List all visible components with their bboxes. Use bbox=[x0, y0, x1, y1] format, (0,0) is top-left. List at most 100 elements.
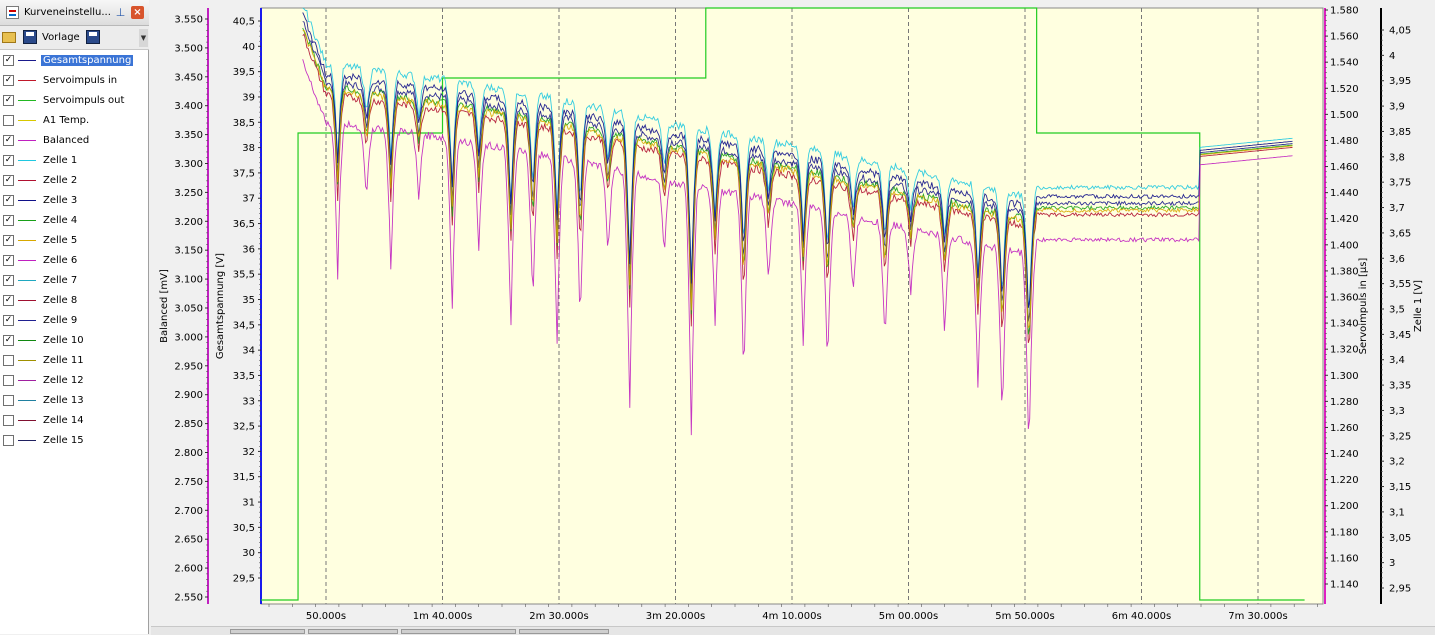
series-label[interactable]: Zelle 10 bbox=[41, 335, 86, 346]
series-item[interactable]: ✓ Balanced bbox=[0, 131, 149, 151]
series-checkbox[interactable] bbox=[3, 355, 14, 366]
series-color-swatch bbox=[18, 240, 36, 241]
series-item[interactable]: ✓ Servoimpuls out bbox=[0, 91, 149, 111]
series-label[interactable]: Zelle 2 bbox=[41, 175, 79, 186]
series-item[interactable]: ✓ Zelle 3 bbox=[0, 191, 149, 211]
series-label[interactable]: Zelle 15 bbox=[41, 435, 86, 446]
tick-label: 32,5 bbox=[233, 422, 255, 433]
tick-label: 33,5 bbox=[233, 371, 255, 382]
bottom-tab[interactable] bbox=[519, 629, 609, 634]
series-label[interactable]: Servoimpuls out bbox=[41, 95, 126, 106]
bottom-tab[interactable] bbox=[230, 629, 305, 634]
series-label[interactable]: Balanced bbox=[41, 135, 91, 146]
chart-svg[interactable]: 3.550 3.500 3.450 3.400 3.350 3.300 3.250 3.200… bbox=[151, 0, 1435, 626]
series-item[interactable]: ✓ Zelle 5 bbox=[0, 231, 149, 251]
tick-label: 40,5 bbox=[233, 17, 255, 28]
series-color-swatch bbox=[18, 180, 36, 181]
series-checkbox[interactable]: ✓ bbox=[3, 275, 14, 286]
tick-label: 3.550 bbox=[174, 15, 203, 26]
series-label[interactable]: Zelle 11 bbox=[41, 355, 86, 366]
save-icon[interactable] bbox=[23, 30, 37, 44]
series-checkbox[interactable] bbox=[3, 395, 14, 406]
series-label[interactable]: Zelle 3 bbox=[41, 195, 79, 206]
bottom-tab[interactable] bbox=[308, 629, 398, 634]
series-color-swatch bbox=[18, 120, 36, 121]
series-checkbox[interactable]: ✓ bbox=[3, 135, 14, 146]
series-checkbox[interactable]: ✓ bbox=[3, 55, 14, 66]
series-item[interactable]: Zelle 15 bbox=[0, 431, 149, 451]
series-label[interactable]: Zelle 8 bbox=[41, 295, 79, 306]
series-checkbox[interactable]: ✓ bbox=[3, 155, 14, 166]
tick-label: 3,6 bbox=[1389, 254, 1405, 265]
series-checkbox[interactable] bbox=[3, 415, 14, 426]
tick-label: 3,9 bbox=[1389, 102, 1405, 113]
chevron-down-icon[interactable]: ▼ bbox=[139, 29, 148, 47]
series-checkbox[interactable]: ✓ bbox=[3, 235, 14, 246]
series-item[interactable]: A1 Temp. bbox=[0, 111, 149, 131]
tick-label: 1.320 bbox=[1330, 345, 1359, 356]
series-label[interactable]: Zelle 13 bbox=[41, 395, 86, 406]
series-item[interactable]: Zelle 14 bbox=[0, 411, 149, 431]
bottom-tab[interactable] bbox=[401, 629, 516, 634]
series-checkbox[interactable]: ✓ bbox=[3, 295, 14, 306]
series-checkbox[interactable]: ✓ bbox=[3, 335, 14, 346]
series-checkbox[interactable]: ✓ bbox=[3, 175, 14, 186]
series-color-swatch bbox=[18, 280, 36, 281]
tick-label: 3,85 bbox=[1389, 127, 1411, 138]
save-template-icon[interactable] bbox=[86, 30, 100, 44]
series-checkbox[interactable]: ✓ bbox=[3, 255, 14, 266]
tick-label: 3,75 bbox=[1389, 178, 1411, 189]
tick-label: 39 bbox=[242, 92, 255, 103]
series-item[interactable]: ✓ Zelle 9 bbox=[0, 311, 149, 331]
tick-label: 2.650 bbox=[174, 535, 203, 546]
tick-label: 3,95 bbox=[1389, 76, 1411, 87]
series-color-swatch bbox=[18, 440, 36, 441]
series-label[interactable]: Servoimpuls in bbox=[41, 75, 119, 86]
series-item[interactable]: Zelle 11 bbox=[0, 351, 149, 371]
tick-label: 1.340 bbox=[1330, 319, 1359, 330]
series-label[interactable]: Zelle 6 bbox=[41, 255, 79, 266]
series-checkbox[interactable] bbox=[3, 435, 14, 446]
tick-label: 2,95 bbox=[1389, 584, 1411, 595]
series-label[interactable]: Zelle 14 bbox=[41, 415, 86, 426]
series-label[interactable]: Zelle 7 bbox=[41, 275, 79, 286]
series-label[interactable]: Zelle 12 bbox=[41, 375, 86, 386]
tick-label: 1.560 bbox=[1330, 32, 1359, 43]
tick-label: 31 bbox=[242, 498, 255, 509]
tick-label: 3,55 bbox=[1389, 279, 1411, 290]
series-label[interactable]: Zelle 5 bbox=[41, 235, 79, 246]
series-color-swatch bbox=[18, 200, 36, 201]
series-item[interactable]: ✓ Zelle 7 bbox=[0, 271, 149, 291]
template-label[interactable]: Vorlage bbox=[42, 32, 80, 43]
series-checkbox[interactable]: ✓ bbox=[3, 315, 14, 326]
series-item[interactable]: ✓ Zelle 8 bbox=[0, 291, 149, 311]
series-checkbox[interactable]: ✓ bbox=[3, 195, 14, 206]
series-checkbox[interactable]: ✓ bbox=[3, 215, 14, 226]
series-item[interactable]: ✓ Zelle 10 bbox=[0, 331, 149, 351]
close-icon[interactable]: × bbox=[131, 6, 144, 19]
tick-label: 1.380 bbox=[1330, 266, 1359, 277]
pin-icon[interactable]: ⊥ bbox=[114, 6, 127, 19]
series-item[interactable]: ✓ Zelle 6 bbox=[0, 251, 149, 271]
tick-label: 3,8 bbox=[1389, 152, 1405, 163]
series-item[interactable]: ✓ Servoimpuls in bbox=[0, 71, 149, 91]
curve-settings-panel: Kurveneinstellu... ⊥ × Vorlage ▼ ✓ Gesamt… bbox=[0, 0, 149, 634]
series-item[interactable]: ✓ Zelle 2 bbox=[0, 171, 149, 191]
series-label[interactable]: A1 Temp. bbox=[41, 115, 91, 126]
series-label[interactable]: Gesamtspannung bbox=[41, 55, 134, 66]
open-folder-icon[interactable] bbox=[2, 32, 16, 43]
series-label[interactable]: Zelle 1 bbox=[41, 155, 79, 166]
series-label[interactable]: Zelle 9 bbox=[41, 315, 79, 326]
series-item[interactable]: ✓ Zelle 1 bbox=[0, 151, 149, 171]
series-checkbox[interactable]: ✓ bbox=[3, 75, 14, 86]
series-checkbox[interactable]: ✓ bbox=[3, 95, 14, 106]
series-item[interactable]: Zelle 13 bbox=[0, 391, 149, 411]
tick-label: 1.240 bbox=[1330, 449, 1359, 460]
series-checkbox[interactable] bbox=[3, 115, 14, 126]
series-item[interactable]: Zelle 12 bbox=[0, 371, 149, 391]
series-checkbox[interactable] bbox=[3, 375, 14, 386]
x-tick-label: 3m 20.000s bbox=[646, 611, 705, 622]
series-label[interactable]: Zelle 4 bbox=[41, 215, 79, 226]
series-item[interactable]: ✓ Gesamtspannung bbox=[0, 51, 149, 71]
series-item[interactable]: ✓ Zelle 4 bbox=[0, 211, 149, 231]
